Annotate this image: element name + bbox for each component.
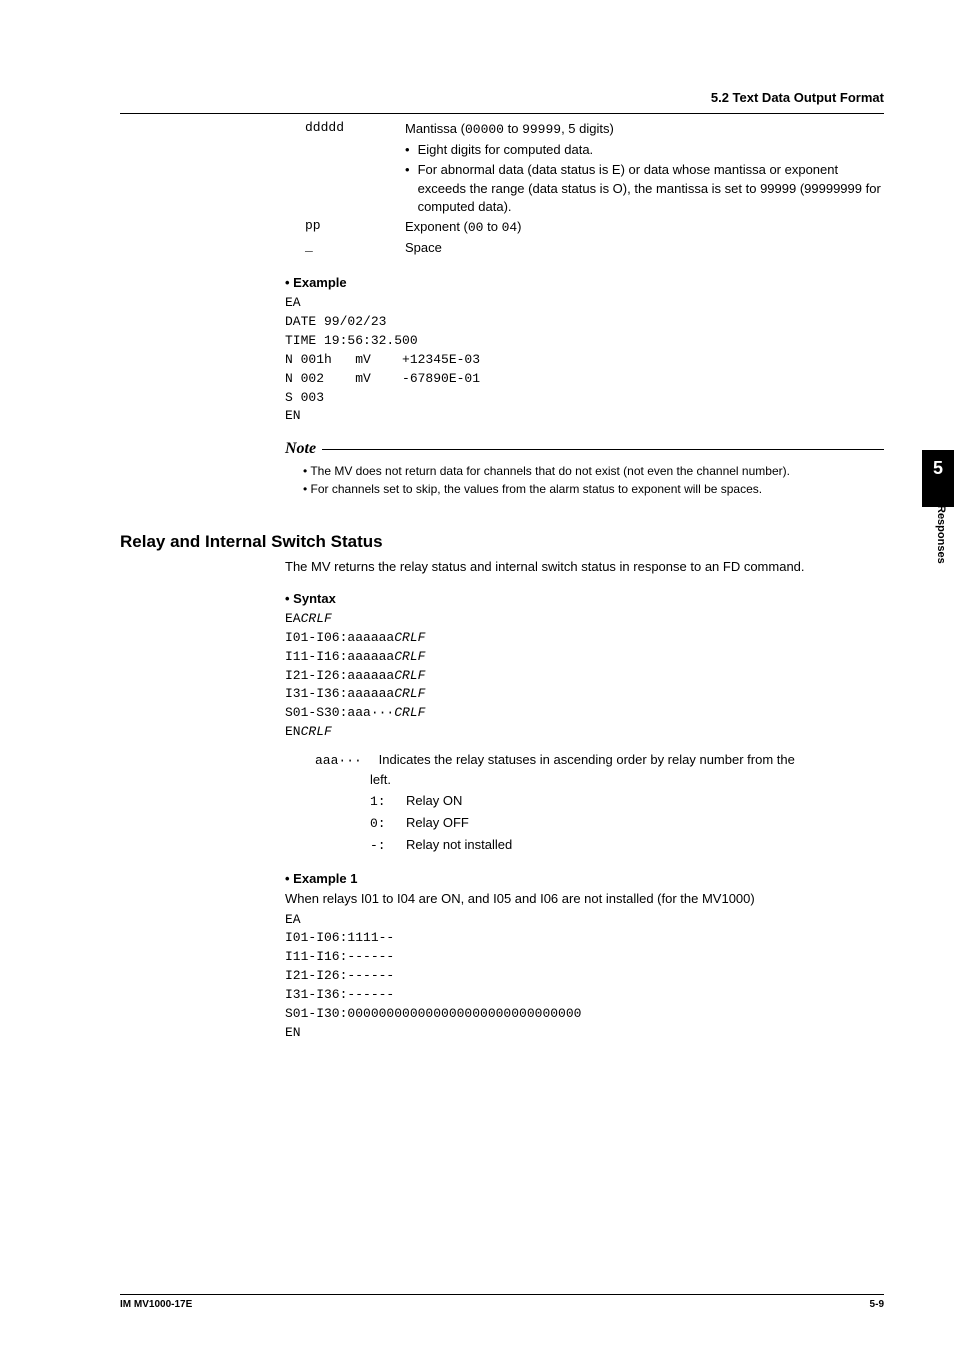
mantissa-bullet-2: For abnormal data (data status is E) or …: [405, 161, 884, 216]
example-code: EA DATE 99/02/23 TIME 19:56:32.500 N 001…: [285, 294, 884, 426]
note-2-text: For channels set to skip, the values fro…: [311, 482, 763, 496]
status-2-key: 0:: [370, 814, 406, 835]
footer-right: 5-9: [870, 1299, 884, 1310]
note-list: The MV does not return data for channels…: [303, 462, 884, 498]
note-heading: Note: [285, 440, 884, 458]
mantissa-tail: , 5 digits): [561, 121, 614, 136]
aaa-term: aaa···: [315, 751, 375, 771]
header-rule: [120, 113, 884, 114]
desc-pp: Exponent (00 to 04): [405, 218, 884, 237]
note-1-text: The MV does not return data for channels…: [310, 464, 790, 478]
page-footer: IM MV1000-17E 5-9: [120, 1294, 884, 1310]
mantissa-b1-text: Eight digits for computed data.: [418, 141, 594, 159]
status-3-key: -:: [370, 836, 406, 857]
note-title-text: Note: [285, 440, 316, 458]
mantissa-bullet-1: Eight digits for computed data.: [405, 141, 884, 159]
side-tab-label: Responses: [935, 505, 947, 564]
aaa-left-text: left.: [370, 770, 884, 791]
aaa-desc: aaa··· Indicates the relay statuses in a…: [315, 750, 884, 771]
chapter-number: 5: [922, 458, 954, 479]
footer-left: IM MV1000-17E: [120, 1299, 192, 1310]
example-block: Example EA DATE 99/02/23 TIME 19:56:32.5…: [285, 275, 884, 498]
note-rule: [322, 449, 884, 450]
pp-r2: 04: [502, 220, 518, 235]
relay-block: The MV returns the relay status and inte…: [285, 558, 884, 1042]
mantissa-high: 99999: [522, 122, 561, 137]
pp-r1: 00: [468, 220, 484, 235]
pp-a: Exponent (: [405, 219, 468, 234]
term-space: _: [305, 239, 405, 257]
example1-intro: When relays I01 to I04 are ON, and I05 a…: [285, 890, 884, 909]
syntax-heading: Syntax: [285, 591, 884, 606]
desc-ddddd: Mantissa (00000 to 99999, 5 digits) Eigh…: [405, 120, 884, 216]
relay-heading: Relay and Internal Switch Status: [120, 532, 884, 552]
example1-heading: Example 1: [285, 871, 884, 886]
side-tab: 5: [922, 450, 954, 507]
pp-b: ): [517, 219, 521, 234]
term-ddddd: ddddd: [305, 120, 405, 216]
note-item-2: For channels set to skip, the values fro…: [303, 480, 884, 498]
example1-code: EA I01-I06:1111-- I11-I16:------ I21-I26…: [285, 911, 884, 1043]
note-item-1: The MV does not return data for channels…: [303, 462, 884, 480]
relay-intro: The MV returns the relay status and inte…: [285, 558, 884, 577]
term-pp: pp: [305, 218, 405, 237]
pp-to: to: [483, 219, 501, 234]
status-2-val: Relay OFF: [406, 815, 469, 830]
status-1-val: Relay ON: [406, 793, 462, 808]
mantissa-low: 00000: [465, 122, 504, 137]
definitions-block: ddddd Mantissa (00000 to 99999, 5 digits…: [305, 120, 884, 257]
syntax-code: EACRLF I01-I06:aaaaaaCRLF I11-I16:aaaaaa…: [285, 610, 884, 742]
section-header: 5.2 Text Data Output Format: [120, 90, 884, 105]
status-3-val: Relay not installed: [406, 837, 512, 852]
aaa-text: Indicates the relay statuses in ascendin…: [379, 752, 795, 767]
mantissa-text: Mantissa (: [405, 121, 465, 136]
example-heading: Example: [285, 275, 884, 290]
aaa-left: left. 1:Relay ON 0:Relay OFF -:Relay not…: [370, 770, 884, 856]
desc-space: Space: [405, 239, 884, 257]
mantissa-to: to: [504, 121, 522, 136]
status-1-key: 1:: [370, 792, 406, 813]
mantissa-b2-text: For abnormal data (data status is E) or …: [418, 161, 884, 216]
